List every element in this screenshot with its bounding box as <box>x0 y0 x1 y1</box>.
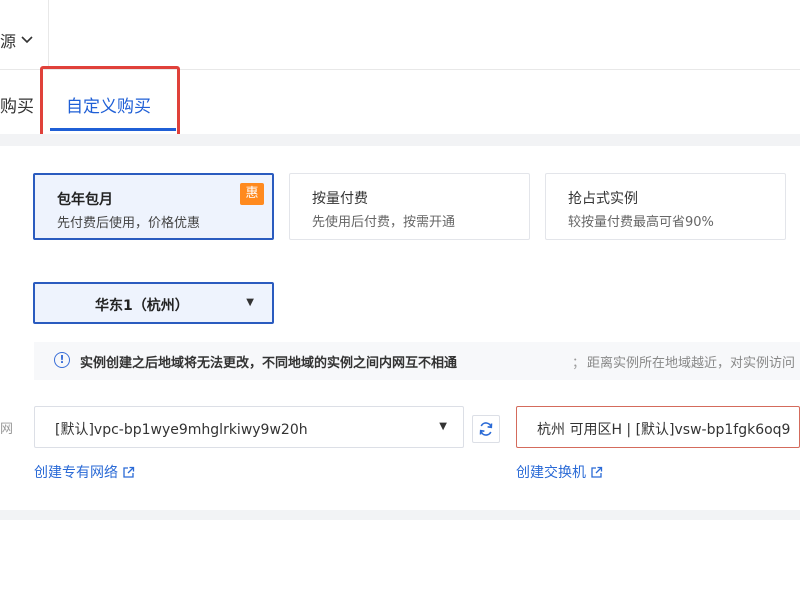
caret-down-icon: ▼ <box>439 421 447 432</box>
create-vpc-label: 创建专有网络 <box>34 465 118 481</box>
caret-down-icon: ▼ <box>246 297 254 308</box>
vswitch-select[interactable]: 杭州 可用区H | [默认]vsw-bp1fgk6oq9 <box>516 406 800 448</box>
section-divider-bottom <box>0 510 800 520</box>
highlight-annotation-box <box>40 66 180 144</box>
row-label-fragment: 网 <box>0 422 14 437</box>
top-bar: 源 <box>0 0 800 70</box>
create-vpc-link[interactable]: 创建专有网络 <box>34 462 135 482</box>
billing-option-spot-instance[interactable]: 抢占式实例 较按量付费最高可省90% <box>545 173 786 240</box>
section-divider-top <box>0 134 800 146</box>
billing-desc: 先使用后付费，按需开通 <box>312 215 456 230</box>
billing-title: 抢占式实例 <box>568 191 638 207</box>
resource-label: 源 <box>0 32 17 51</box>
region-value: 华东1（杭州） <box>95 298 189 314</box>
billing-title: 按量付费 <box>312 191 368 207</box>
tab-quick-buy[interactable]: 购买 <box>0 92 34 117</box>
billing-desc: 较按量付费最高可省90% <box>568 215 714 230</box>
billing-option-pay-as-you-go[interactable]: 按量付费 先使用后付费，按需开通 <box>289 173 530 240</box>
chevron-down-icon <box>21 36 33 44</box>
vswitch-value: 杭州 可用区H | [默认]vsw-bp1fgk6oq9 <box>537 422 791 438</box>
refresh-icon <box>479 422 493 436</box>
notice-bold-text: 实例创建之后地域将无法更改，不同地域的实例之间内网互不相通 <box>80 356 458 371</box>
notice-light-text: 距离实例所在地域越近，对实例访问 <box>587 356 796 371</box>
billing-title: 包年包月 <box>57 192 113 208</box>
region-notice: ! 实例创建之后地域将无法更改，不同地域的实例之间内网互不相通 ； 距离实例所在… <box>34 342 800 380</box>
external-link-icon <box>123 466 135 478</box>
region-select[interactable]: 华东1（杭州） ▼ <box>33 282 274 324</box>
resource-dropdown[interactable]: 源 <box>0 28 34 52</box>
create-vswitch-label: 创建交换机 <box>516 465 586 481</box>
info-icon: ! <box>54 352 70 368</box>
notice-separator: ； <box>572 356 586 371</box>
vpc-value: [默认]vpc-bp1wye9mhglrkiwy9w20h <box>55 422 308 438</box>
billing-desc: 先付费后使用，价格优惠 <box>57 216 201 231</box>
create-vswitch-link[interactable]: 创建交换机 <box>516 462 603 482</box>
discount-badge: 惠 <box>240 183 264 205</box>
header-divider <box>48 0 49 70</box>
billing-option-subscription[interactable]: 包年包月 先付费后使用，价格优惠 惠 <box>33 173 274 240</box>
vpc-select[interactable]: [默认]vpc-bp1wye9mhglrkiwy9w20h ▼ <box>34 406 464 448</box>
refresh-button[interactable] <box>472 415 500 443</box>
external-link-icon <box>591 466 603 478</box>
